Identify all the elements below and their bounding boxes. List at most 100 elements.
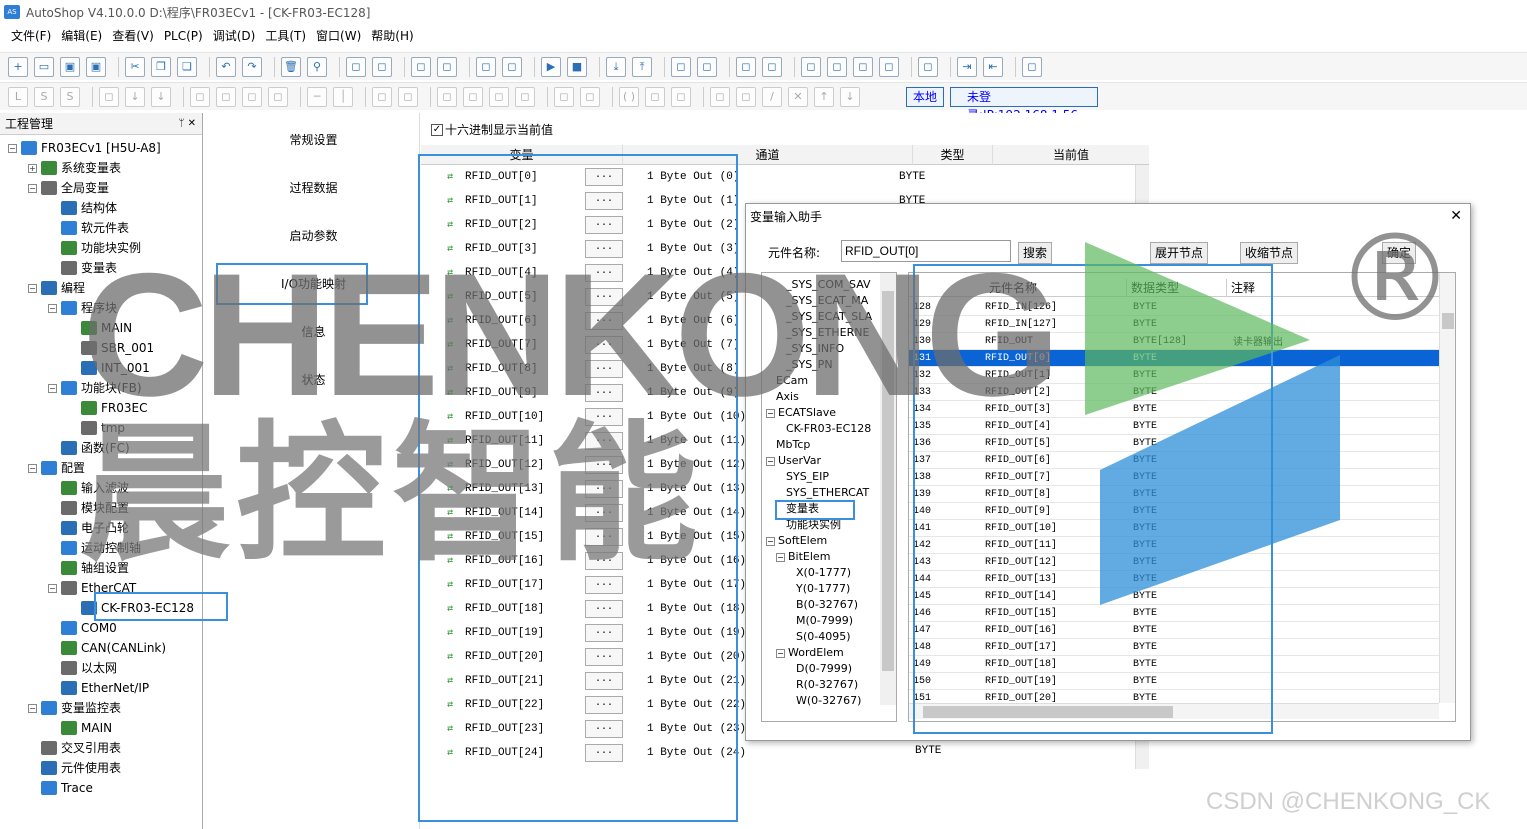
paste-icon[interactable]: ❏ (177, 56, 197, 77)
monitor-icon[interactable]: ◻ (671, 56, 691, 77)
down-icon[interactable]: ↓ (840, 86, 860, 107)
menu-item[interactable]: 文件(F) (6, 24, 56, 48)
func-icon[interactable]: ◻ (554, 86, 574, 107)
bracket-icon[interactable]: ◻ (372, 86, 392, 107)
tree-node[interactable]: EtherNet/IP (48, 678, 149, 698)
collapse-icon[interactable]: − (28, 183, 37, 193)
compile-icon[interactable]: ◻ (476, 56, 496, 77)
dialog-tree-node[interactable]: SYS_EIP (786, 469, 829, 485)
collapse-icon[interactable]: − (8, 143, 17, 153)
dialog-tree-node[interactable]: M(0-7999) (796, 613, 853, 629)
dialog-tree-node[interactable]: − BitElem (776, 549, 830, 565)
slash-icon[interactable]: / (762, 86, 782, 107)
menu-item[interactable]: 调试(D) (208, 24, 261, 48)
dialog-tree-node[interactable]: B(0-32767) (796, 597, 858, 613)
branch3-icon[interactable]: ◻ (489, 86, 509, 107)
grid-header-value[interactable]: 当前值 (993, 145, 1149, 165)
menu-item[interactable]: 工具(T) (260, 24, 311, 48)
collapse-icon[interactable]: − (776, 552, 785, 562)
pin-icon[interactable]: ᛘ ✕ (178, 118, 196, 129)
line-icon[interactable]: ◻ (710, 86, 730, 107)
tree-node[interactable]: COM0 (48, 618, 117, 638)
login-status[interactable]: 未登录:IP:192.168.1.56 (950, 86, 1099, 122)
collapse-icon[interactable]: − (28, 703, 37, 713)
align2-icon[interactable]: ◻ (879, 56, 899, 77)
cross-icon[interactable]: ✕ (788, 86, 808, 107)
menu-item[interactable]: 查看(V) (107, 24, 159, 48)
dialog-tree-node[interactable]: S(0-4095) (796, 629, 851, 645)
upload-icon[interactable]: ⤒ (632, 56, 652, 77)
hline-icon[interactable]: ─ (307, 86, 327, 107)
collapse-icon[interactable]: − (766, 456, 775, 466)
tree-node[interactable]: CAN(CANLink) (48, 638, 166, 658)
align-icon[interactable]: ◻ (853, 56, 873, 77)
hex-checkbox[interactable]: ✓ (431, 123, 443, 136)
collapse-icon[interactable]: − (48, 583, 57, 593)
tree-node[interactable]: − 全局变量 (28, 178, 109, 198)
save-icon[interactable]: ▣ (60, 56, 80, 77)
tree-node[interactable]: + 系统变量表 (28, 158, 121, 178)
write-icon[interactable]: ◻ (736, 56, 756, 77)
window-icon[interactable]: ◻ (411, 56, 431, 77)
dialog-tree-node[interactable]: W(0-32767) (796, 693, 861, 709)
dialog-tree-node[interactable]: MbTcp (776, 437, 810, 453)
print-preview-icon[interactable]: ◻ (346, 56, 366, 77)
st-icon[interactable]: S (60, 86, 80, 107)
coil-c-icon[interactable]: ◻ (242, 86, 262, 107)
lad-icon[interactable]: L (8, 86, 28, 107)
window2-icon[interactable]: ◻ (437, 56, 457, 77)
branch-icon[interactable]: ◻ (437, 86, 457, 107)
vline-icon[interactable]: │ (333, 86, 353, 107)
grid-header-type[interactable]: 类型 (913, 145, 993, 165)
save-all-icon[interactable]: ▣ (86, 56, 106, 77)
login-icon[interactable]: ⇥ (957, 56, 977, 77)
tree-node[interactable]: − 配置 (28, 458, 85, 478)
dialog-tree-node[interactable]: Y(0-1777) (796, 581, 850, 597)
new-file-icon[interactable]: + (8, 56, 28, 77)
menu-item[interactable]: 窗口(W) (311, 24, 366, 48)
tree-node[interactable]: 元件使用表 (28, 758, 121, 778)
hex-display-option[interactable]: ✓ 十六进制显示当前值 (431, 121, 553, 138)
collapse-icon[interactable]: − (776, 648, 785, 658)
dialog-tree-node[interactable]: SYS_ETHERCAT (786, 485, 869, 501)
grid2-icon[interactable]: ◻ (827, 56, 847, 77)
run-icon[interactable]: ▶ (541, 56, 561, 77)
copy-icon[interactable]: ❐ (151, 56, 171, 77)
dialog-tree-node[interactable]: − UserVar (766, 453, 821, 469)
tree-node[interactable]: MAIN (48, 718, 112, 738)
debug-icon[interactable]: ◻ (697, 56, 717, 77)
branch2-icon[interactable]: ◻ (463, 86, 483, 107)
logout-icon[interactable]: ⇤ (983, 56, 1003, 77)
collapse-icon[interactable]: − (28, 283, 37, 293)
paren2-icon[interactable]: ◻ (645, 86, 665, 107)
test-icon[interactable]: ◻ (918, 56, 938, 77)
tree-node[interactable]: 结构体 (48, 198, 117, 218)
down-arrow2-icon[interactable]: ↓ (151, 86, 171, 107)
func2-icon[interactable]: ◻ (580, 86, 600, 107)
contact-icon[interactable]: ◻ (99, 86, 119, 107)
delete-icon[interactable]: 🗑 (281, 56, 301, 77)
redo-icon[interactable]: ↷ (242, 56, 262, 77)
download-icon[interactable]: ⤓ (606, 56, 626, 77)
collapse-icon[interactable]: − (766, 536, 775, 546)
dialog-tree-node[interactable]: D(0-7999) (796, 661, 852, 677)
compile-all-icon[interactable]: ◻ (502, 56, 522, 77)
nav-item[interactable]: 常规设置 (207, 128, 420, 152)
local-button[interactable]: 本地 (906, 86, 945, 107)
paren3-icon[interactable]: ◻ (671, 86, 691, 107)
grid-icon[interactable]: ◻ (801, 56, 821, 77)
menu-item[interactable]: 编辑(E) (56, 24, 107, 48)
coil-b-icon[interactable]: ◻ (216, 86, 236, 107)
nav-item[interactable]: 过程数据 (207, 176, 420, 200)
menu-item[interactable]: 帮助(H) (366, 24, 418, 48)
dialog-tree-node[interactable]: X(0-1777) (796, 565, 851, 581)
undo-icon[interactable]: ↶ (216, 56, 236, 77)
coil-d-icon[interactable]: ◻ (268, 86, 288, 107)
tree-node[interactable]: Trace (28, 778, 93, 798)
cut-icon[interactable]: ✂ (125, 56, 145, 77)
dialog-tree-node[interactable]: R(0-32767) (796, 677, 858, 693)
collapse-icon[interactable]: − (48, 383, 57, 393)
down-arrow-icon[interactable]: ↓ (125, 86, 145, 107)
tree-node[interactable]: 软元件表 (48, 218, 129, 238)
tree-node[interactable]: 以太网 (48, 658, 117, 678)
